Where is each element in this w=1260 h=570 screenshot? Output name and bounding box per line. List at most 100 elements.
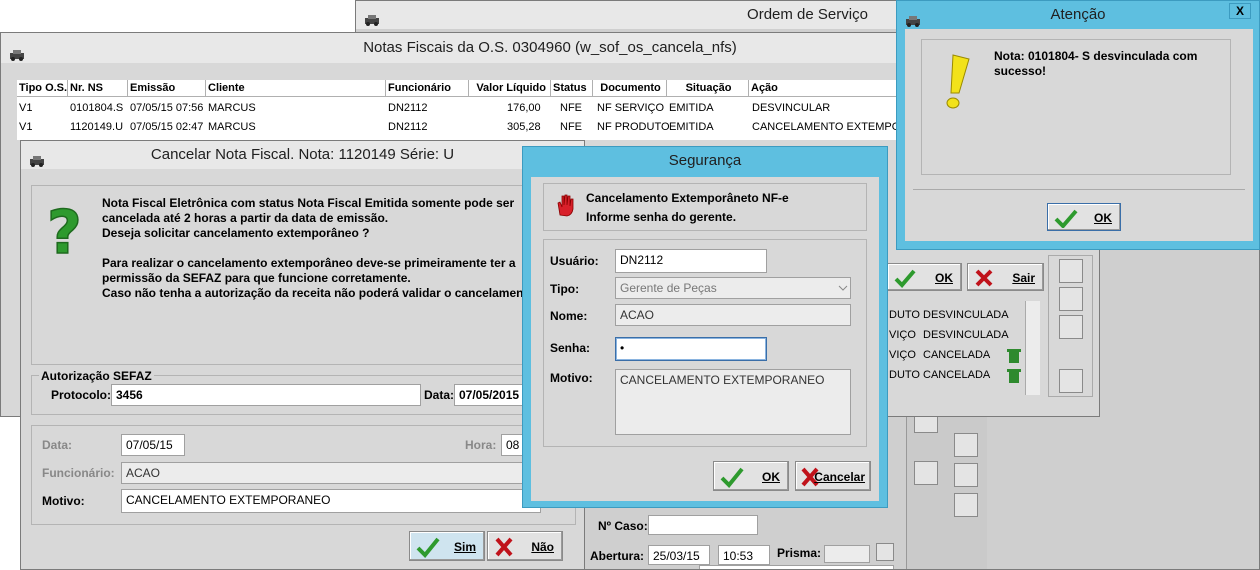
motivo-field[interactable]: CANCELAMENTO EXTEMPORANEO: [121, 489, 541, 513]
list-doc: DUTO: [889, 309, 920, 321]
list-scrollbar[interactable]: [1025, 301, 1040, 395]
abertura-time-field[interactable]: 10:53: [718, 545, 770, 565]
col-header[interactable]: Ação: [749, 80, 909, 96]
protocolo-field[interactable]: 3456: [111, 384, 421, 406]
cell-cliente: MARCUS: [208, 102, 256, 114]
prisma-button[interactable]: [876, 543, 894, 561]
abertura-label: Abertura:: [590, 549, 645, 563]
atencao-ok-button[interactable]: OK: [1047, 203, 1121, 231]
col-header[interactable]: Status: [551, 80, 593, 96]
nfs-lower-list: DUTO DESVINCULADA VIÇO DESVINCULADA VIÇO…: [885, 301, 1041, 397]
usuario-field[interactable]: DN2112: [615, 249, 767, 273]
list-situacao: DESVINCULADA: [923, 329, 1009, 341]
exclamation-icon: [946, 54, 970, 109]
senha-label: Senha:: [550, 341, 591, 355]
senha-field[interactable]: •: [615, 337, 767, 361]
cell-nr: 1120149.U: [70, 121, 124, 133]
cell-valor: 305,28: [507, 121, 541, 133]
seguranca-message: Cancelamento Extemporâneto NF-e Informe …: [586, 191, 789, 224]
cancelar-nf-window: Cancelar Nota Fiscal. Nota: 1120149 Séri…: [20, 140, 585, 570]
nfs-sair-button[interactable]: Sair: [967, 263, 1044, 291]
cell-func: DN2112: [388, 102, 428, 114]
atencao-dialog: Atenção X Nota: 0101804- S desvinculada …: [896, 0, 1260, 250]
cancel-title: Cancelar Nota Fiscal. Nota: 1120149 Séri…: [150, 146, 455, 163]
chevron-down-icon: [838, 285, 848, 291]
cell-cliente: MARCUS: [208, 121, 256, 133]
cell-documento: NF PRODUTO: [597, 121, 670, 133]
cell-status: NFE: [560, 102, 582, 114]
col-header[interactable]: Situação: [667, 80, 749, 96]
motivo-textarea[interactable]: CANCELAMENTO EXTEMPORANEO: [615, 369, 851, 435]
cell-documento: NF SERVIÇO: [597, 102, 665, 114]
hora-label: Hora:: [465, 438, 497, 452]
cancel-titlebar[interactable]: Cancelar Nota Fiscal. Nota: 1120149 Séri…: [21, 141, 584, 169]
report-icon[interactable]: [1059, 369, 1083, 393]
toolbar-print-icon[interactable]: [954, 463, 978, 487]
atencao-message: Nota: 0101804- S desvinculada com sucess…: [994, 49, 1198, 78]
funcionario-label: Funcionário:: [42, 466, 115, 480]
list-situacao: DESVINCULADA: [923, 309, 1009, 321]
atencao-title: Atenção: [1050, 6, 1106, 23]
check-icon: [894, 269, 916, 288]
col-header[interactable]: Funcionário: [386, 80, 469, 96]
trash-icon[interactable]: [1007, 368, 1021, 384]
os-title: Ordem de Serviço: [747, 6, 868, 23]
sefaz-group-label: Autorização SEFAZ: [39, 369, 154, 383]
cell-func: DN2112: [388, 121, 428, 133]
cell-valor: 176,00: [507, 102, 541, 114]
toolbar-refresh-icon[interactable]: [914, 461, 938, 485]
cell-emissao: 07/05/15 07:56: [130, 102, 204, 114]
lock-icon[interactable]: [1059, 315, 1083, 339]
tipo-label: Tipo:: [550, 282, 580, 296]
toolbar-list-icon[interactable]: [954, 433, 978, 457]
cell-situacao: EMITIDA: [669, 102, 714, 114]
zoom-icon[interactable]: [1059, 259, 1083, 283]
close-icon[interactable]: X: [1229, 3, 1251, 19]
atencao-divider: [913, 189, 1245, 190]
atencao-titlebar[interactable]: Atenção: [897, 1, 1259, 29]
os-bottom-field[interactable]: [699, 565, 894, 569]
toolbar-exit-icon[interactable]: [954, 493, 978, 517]
check-icon: [720, 467, 744, 488]
col-header[interactable]: Documento: [593, 80, 667, 96]
stop-hand-icon: [557, 194, 574, 217]
atencao-body: Nota: 0101804- S desvinculada com sucess…: [905, 29, 1253, 241]
nao-button[interactable]: Não: [487, 531, 563, 561]
nfs-ok-button[interactable]: OK: [887, 263, 962, 291]
prisma-field[interactable]: [824, 545, 870, 563]
col-header[interactable]: Nr. NS: [68, 80, 128, 96]
caso-field[interactable]: [648, 515, 758, 535]
cell-situacao: EMITIDA: [669, 121, 714, 133]
motivo-label: Motivo:: [550, 371, 593, 385]
seguranca-ok-button[interactable]: OK: [713, 461, 789, 491]
sim-button[interactable]: Sim: [409, 531, 485, 561]
abertura-date-field[interactable]: 25/03/15: [648, 545, 710, 565]
x-icon: [495, 537, 513, 557]
trash-icon[interactable]: [1007, 348, 1021, 364]
col-header[interactable]: Tipo O.S.: [17, 80, 68, 96]
col-header[interactable]: Emissão: [128, 80, 206, 96]
seguranca-dialog: Segurança Cancelamento Extemporâneto NF-…: [522, 146, 888, 508]
data2-field[interactable]: 07/05/15: [121, 434, 185, 456]
seguranca-body: Cancelamento Extemporâneto NF-e Informe …: [531, 177, 879, 501]
seguranca-titlebar[interactable]: Segurança: [523, 147, 887, 175]
usuario-label: Usuário:: [550, 254, 599, 268]
col-header[interactable]: Valor Líquido: [469, 80, 551, 96]
col-header[interactable]: Cliente: [206, 80, 386, 96]
tipo-select[interactable]: Gerente de Peças: [615, 277, 851, 299]
list-situacao: CANCELADA: [923, 369, 991, 381]
app-car-icon: [9, 42, 25, 72]
question-icon: ?: [46, 203, 82, 259]
cell-nr: 0101804.S: [70, 102, 124, 114]
delete-icon[interactable]: [1059, 287, 1083, 311]
list-doc: VIÇO: [889, 349, 916, 361]
nome-field: ACAO: [615, 304, 851, 326]
cell-acao: DESVINCULAR: [752, 102, 831, 114]
nfs-title: Notas Fiscais da O.S. 0304960 (w_sof_os_…: [363, 39, 737, 56]
cell-tipo: V1: [19, 121, 33, 133]
x-icon: [975, 269, 993, 287]
list-doc: DUTO: [889, 369, 920, 381]
grid-header-rule: [17, 96, 1017, 97]
seguranca-cancelar-button[interactable]: Cancelar: [795, 461, 871, 491]
data2-label: Data:: [42, 438, 73, 452]
